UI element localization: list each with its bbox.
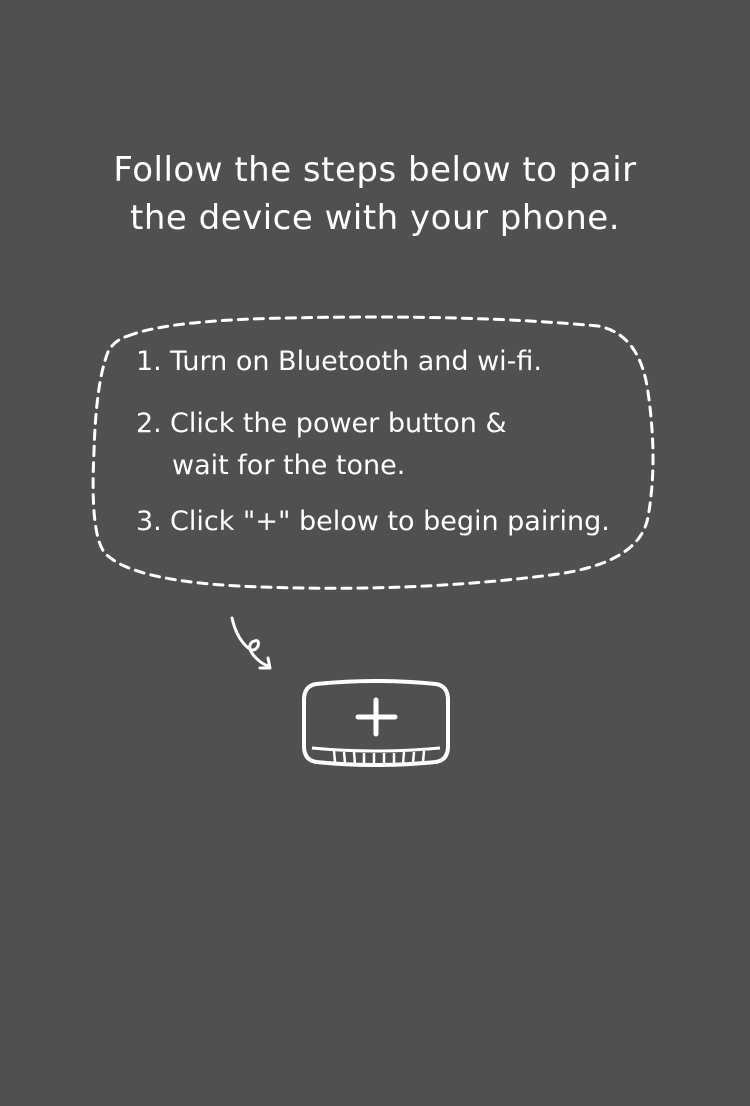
step-3: 3. Click "+" below to begin pairing. xyxy=(136,504,610,540)
curly-arrow-icon xyxy=(222,612,282,676)
step-1: 1. Turn on Bluetooth and wi-fi. xyxy=(136,344,542,380)
speaker-device-icon xyxy=(302,679,450,767)
step-text: Turn on Bluetooth and wi-fi. xyxy=(170,346,542,377)
title-line-2: the device with your phone. xyxy=(130,198,620,238)
page-title: Follow the steps below to pair the devic… xyxy=(60,146,690,242)
plus-icon xyxy=(355,697,398,737)
step-number: 1. xyxy=(136,346,162,377)
step-2: 2. Click the power button & wait for the … xyxy=(136,406,507,484)
step-text-continued: wait for the tone. xyxy=(172,450,406,481)
step-number: 2. xyxy=(136,408,162,439)
add-device-button[interactable] xyxy=(298,676,454,772)
step-text: Click "+" below to begin pairing. xyxy=(170,506,610,537)
step-text: Click the power button & xyxy=(170,408,507,439)
step-number: 3. xyxy=(136,506,162,537)
title-line-1: Follow the steps below to pair xyxy=(113,150,637,190)
